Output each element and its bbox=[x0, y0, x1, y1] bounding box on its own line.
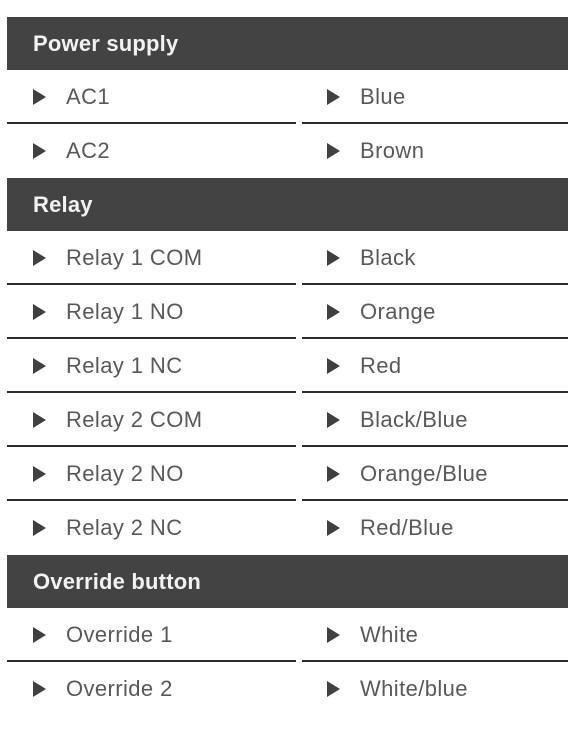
terminal-cell: Relay 1 NO bbox=[7, 285, 302, 339]
triangle-right-icon bbox=[33, 466, 46, 482]
wire-color-cell: White/blue bbox=[302, 662, 568, 716]
triangle-right-icon bbox=[33, 681, 46, 697]
wire-color-cell: Orange/Blue bbox=[302, 447, 568, 501]
wire-color-cell-label: Black/Blue bbox=[360, 407, 468, 432]
table-row: Override 2 White/blue bbox=[7, 662, 568, 716]
triangle-right-icon bbox=[33, 143, 46, 159]
section-header-0: Power supply bbox=[7, 17, 568, 70]
terminal-cell: AC2 bbox=[7, 124, 302, 178]
terminal-cell-label: Relay 2 NO bbox=[66, 461, 184, 486]
table-row: Override 1 White bbox=[7, 608, 568, 662]
terminal-cell-label: AC2 bbox=[66, 138, 110, 163]
section-title: Power supply bbox=[33, 30, 179, 56]
wire-color-cell-label: Brown bbox=[360, 138, 425, 163]
wire-color-cell-label: White bbox=[360, 622, 419, 647]
terminal-cell-label: Override 2 bbox=[66, 676, 173, 701]
wire-color-cell-label: Black bbox=[360, 245, 416, 270]
wire-color-cell-label: Orange/Blue bbox=[360, 461, 488, 486]
wire-color-cell-label: White/blue bbox=[360, 676, 468, 701]
terminal-cell: Override 2 bbox=[7, 662, 302, 716]
triangle-right-icon bbox=[327, 466, 340, 482]
triangle-right-icon bbox=[33, 89, 46, 105]
wire-color-cell: Blue bbox=[302, 70, 568, 124]
triangle-right-icon bbox=[33, 412, 46, 428]
wiring-terminal-table: Power supply AC1 Blue AC2 Brown Relay Relay 1 … bbox=[0, 0, 576, 745]
triangle-right-icon bbox=[327, 304, 340, 320]
terminal-cell-label: Relay 1 COM bbox=[66, 245, 203, 270]
triangle-right-icon bbox=[33, 627, 46, 643]
terminal-cell-label: Relay 1 NC bbox=[66, 353, 183, 378]
table-row: AC1 Blue bbox=[7, 70, 568, 124]
terminal-cell: Relay 1 NC bbox=[7, 339, 302, 393]
wire-color-cell-label: Orange bbox=[360, 299, 436, 324]
table-row: Relay 1 COM Black bbox=[7, 231, 568, 285]
table-row: Relay 1 NC Red bbox=[7, 339, 568, 393]
wire-color-cell: White bbox=[302, 608, 568, 662]
triangle-right-icon bbox=[327, 143, 340, 159]
triangle-right-icon bbox=[33, 304, 46, 320]
wire-color-cell: Red bbox=[302, 339, 568, 393]
triangle-right-icon bbox=[327, 520, 340, 536]
terminal-cell: Override 1 bbox=[7, 608, 302, 662]
triangle-right-icon bbox=[327, 89, 340, 105]
terminal-cell: AC1 bbox=[7, 70, 302, 124]
wire-color-cell-label: Blue bbox=[360, 84, 406, 109]
terminal-cell: Relay 2 NO bbox=[7, 447, 302, 501]
terminal-cell-label: Relay 1 NO bbox=[66, 299, 184, 324]
triangle-right-icon bbox=[33, 520, 46, 536]
wire-color-cell: Brown bbox=[302, 124, 568, 178]
terminal-cell-label: AC1 bbox=[66, 84, 110, 109]
terminal-cell: Relay 1 COM bbox=[7, 231, 302, 285]
wire-color-cell: Black bbox=[302, 231, 568, 285]
wire-color-cell: Orange bbox=[302, 285, 568, 339]
table-row: AC2 Brown bbox=[7, 124, 568, 178]
terminal-cell: Relay 2 NC bbox=[7, 501, 302, 555]
triangle-right-icon bbox=[327, 681, 340, 697]
wire-color-cell-label: Red bbox=[360, 353, 402, 378]
triangle-right-icon bbox=[327, 250, 340, 266]
wire-color-cell: Red/Blue bbox=[302, 501, 568, 555]
table-row: Relay 2 NO Orange/Blue bbox=[7, 447, 568, 501]
terminal-cell-label: Relay 2 COM bbox=[66, 407, 203, 432]
terminal-cell-label: Override 1 bbox=[66, 622, 173, 647]
triangle-right-icon bbox=[33, 250, 46, 266]
table-row: Relay 2 COM Black/Blue bbox=[7, 393, 568, 447]
triangle-right-icon bbox=[327, 358, 340, 374]
section-header-1: Relay bbox=[7, 178, 568, 231]
table-row: Relay 1 NO Orange bbox=[7, 285, 568, 339]
section-title: Override button bbox=[33, 568, 202, 594]
triangle-right-icon bbox=[33, 358, 46, 374]
table-row: Relay 2 NC Red/Blue bbox=[7, 501, 568, 555]
section-title: Relay bbox=[33, 191, 93, 217]
section-header-2: Override button bbox=[7, 555, 568, 608]
triangle-right-icon bbox=[327, 412, 340, 428]
wire-color-cell: Black/Blue bbox=[302, 393, 568, 447]
terminal-cell-label: Relay 2 NC bbox=[66, 515, 183, 540]
triangle-right-icon bbox=[327, 627, 340, 643]
terminal-cell: Relay 2 COM bbox=[7, 393, 302, 447]
wire-color-cell-label: Red/Blue bbox=[360, 515, 454, 540]
